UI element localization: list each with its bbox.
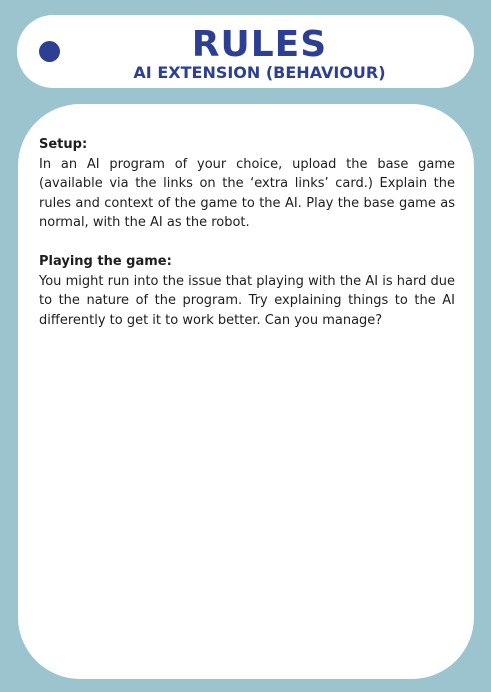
rules-card: Setup: In an AI program of your choice, … (18, 104, 474, 679)
section-text-playing: You might run into the issue that playin… (39, 273, 455, 328)
section-text-setup: In an AI program of your choice, upload … (39, 156, 455, 231)
header-card: RULES AI EXTENSION (BEHAVIOUR) (17, 15, 474, 88)
section-heading-setup: Setup: (39, 137, 88, 152)
section-heading-playing: Playing the game: (39, 254, 172, 269)
page-title: RULES (191, 24, 328, 65)
page-subtitle: AI EXTENSION (BEHAVIOUR) (133, 63, 386, 82)
rules-content: Setup: In an AI program of your choice, … (39, 135, 455, 350)
